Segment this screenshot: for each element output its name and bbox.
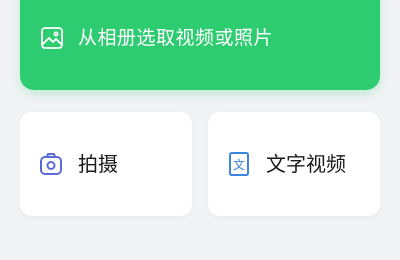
camera-icon [38, 151, 64, 177]
select-from-album-label: 从相册选取视频或照片 [78, 27, 274, 49]
shoot-button[interactable]: 拍摄 [20, 112, 192, 216]
text-document-icon: 文 [226, 151, 252, 177]
text-video-label: 文字视频 [266, 152, 346, 176]
image-icon [40, 26, 64, 50]
shoot-label: 拍摄 [78, 152, 118, 176]
select-from-album-button[interactable]: 从相册选取视频或照片 [20, 0, 380, 90]
svg-text:文: 文 [233, 157, 245, 172]
text-video-button[interactable]: 文 文字视频 [208, 112, 380, 216]
